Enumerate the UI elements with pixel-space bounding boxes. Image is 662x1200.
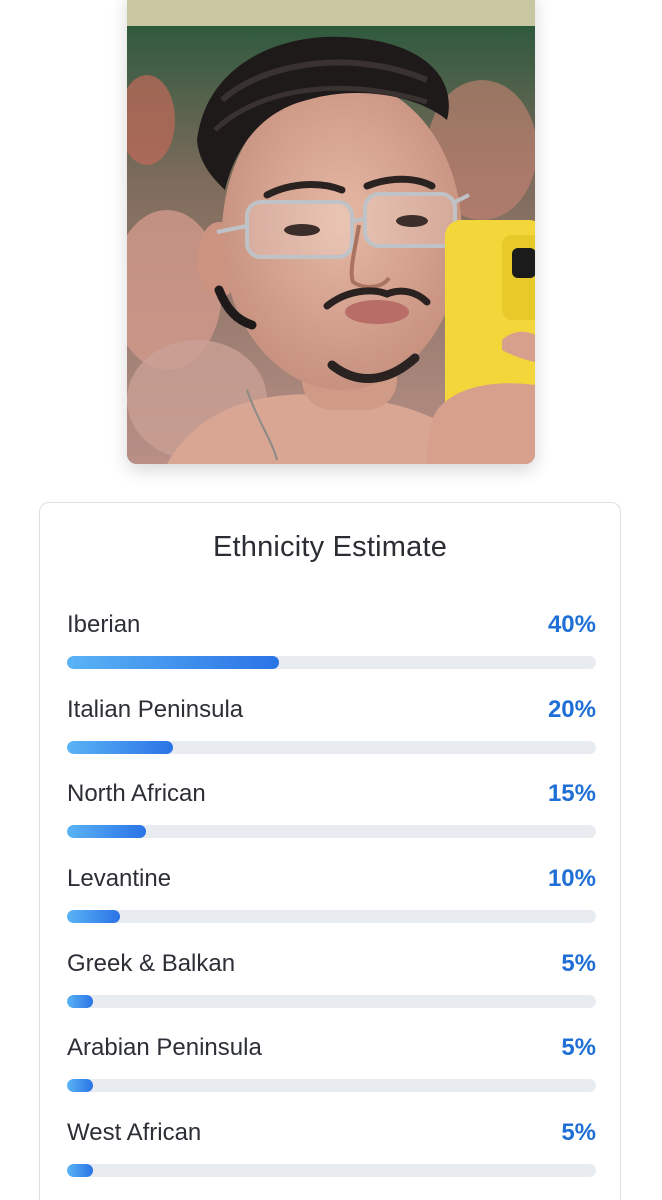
ethnicity-label: Iberian	[67, 611, 141, 638]
ethnicity-label: Arabian Peninsula	[67, 1034, 262, 1062]
ethnicity-row-north-african: North African 15%	[67, 780, 596, 865]
progress-fill	[67, 740, 173, 754]
ethnicity-row-iberian: Iberian 40%	[67, 611, 596, 696]
progress-fill	[67, 825, 147, 839]
ethnicity-percent: 10%	[547, 865, 596, 893]
progress-fill	[67, 994, 94, 1008]
portrait-photo	[127, 0, 535, 464]
progress-track	[67, 825, 596, 839]
page: Ethnicity Estimate Iberian 40% Italian P…	[0, 0, 662, 1200]
ethnicity-estimate-card: Ethnicity Estimate Iberian 40% Italian P…	[39, 502, 621, 1200]
progress-track	[67, 740, 596, 754]
ethnicity-row-levantine: Levantine 10%	[67, 865, 596, 950]
progress-fill	[67, 656, 279, 669]
ethnicity-label: Italian Peninsula	[67, 695, 244, 723]
progress-fill	[67, 910, 120, 924]
progress-fill	[67, 1079, 94, 1093]
ethnicity-list: Iberian 40% Italian Peninsula 20% North …	[67, 611, 596, 1200]
ethnicity-label: Greek & Balkan	[67, 949, 236, 977]
progress-track	[67, 1079, 596, 1093]
ethnicity-percent: 5%	[561, 1119, 596, 1147]
progress-track	[67, 1164, 596, 1178]
ethnicity-percent: 40%	[547, 611, 596, 638]
progress-fill	[67, 1164, 94, 1178]
ethnicity-percent: 15%	[547, 780, 596, 808]
ethnicity-row-west-african: West African 5%	[67, 1119, 596, 1200]
ethnicity-row-arabian-peninsula: Arabian Peninsula 5%	[67, 1034, 596, 1119]
ethnicity-percent: 20%	[547, 695, 596, 723]
ethnicity-percent: 5%	[561, 1034, 596, 1062]
ethnicity-percent: 5%	[561, 949, 596, 977]
ethnicity-label: Levantine	[67, 865, 172, 893]
panel-title: Ethnicity Estimate	[212, 531, 448, 563]
ethnicity-label: North African	[67, 780, 206, 808]
progress-track	[67, 910, 596, 924]
ethnicity-row-italian-peninsula: Italian Peninsula 20%	[67, 696, 596, 781]
progress-track	[67, 994, 596, 1008]
ethnicity-row-greek-balkan: Greek & Balkan 5%	[67, 950, 596, 1035]
ethnicity-label: West African	[67, 1119, 202, 1147]
progress-track	[67, 656, 596, 669]
